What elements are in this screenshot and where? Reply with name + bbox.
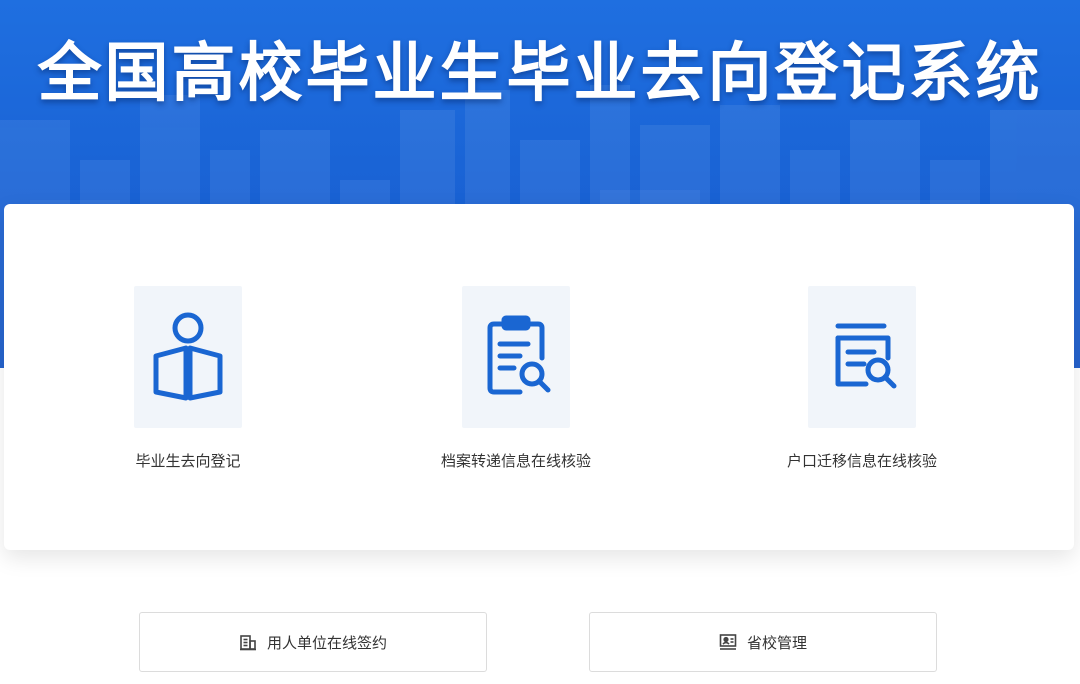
feature-label: 毕业生去向登记	[135, 452, 241, 470]
province-school-management-button[interactable]: 省校管理	[589, 612, 937, 672]
feature-archive-verification[interactable]: 档案转递信息在线核验	[396, 286, 636, 476]
feature-card: 毕业生去向登记 档案转递信息在线核验 户口迁移信息在线核验	[4, 204, 1074, 550]
feature-graduate-registration[interactable]: 毕业生去向登记	[68, 286, 308, 476]
page-title: 全国高校毕业生毕业去向登记系统	[37, 37, 1043, 111]
document-search-icon	[835, 323, 897, 389]
feature-household-verification[interactable]: 户口迁移信息在线核验	[742, 286, 982, 476]
building-icon	[239, 633, 257, 651]
person-reading-icon	[153, 312, 223, 401]
feature-icon-box	[134, 286, 242, 428]
feature-label: 户口迁移信息在线核验	[786, 452, 937, 470]
province-school-management-label: 省校管理	[746, 633, 807, 652]
employer-sign-button[interactable]: 用人单位在线签约	[139, 612, 487, 672]
employer-sign-label: 用人单位在线签约	[266, 633, 387, 652]
feature-label: 档案转递信息在线核验	[440, 452, 591, 470]
feature-icon-box	[808, 286, 916, 428]
management-icon	[719, 633, 737, 651]
clipboard-search-icon	[487, 315, 551, 395]
feature-icon-box	[462, 286, 570, 428]
